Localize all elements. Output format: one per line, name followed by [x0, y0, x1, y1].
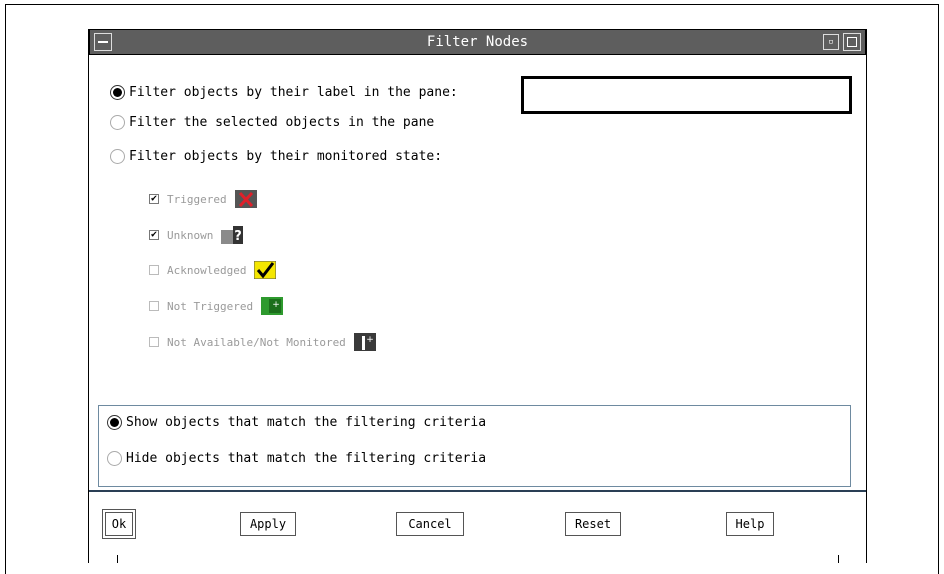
radio-label: Hide objects that match the filtering cr… [126, 451, 487, 466]
cancel-button[interactable]: Cancel [396, 512, 464, 536]
help-button[interactable]: Help [726, 512, 774, 536]
radio-button-selected[interactable] [107, 415, 122, 430]
checkbox[interactable] [149, 337, 159, 347]
checkbox-unknown[interactable]: ✔ Unknown ? [149, 226, 244, 244]
radio-filter-selected[interactable]: Filter the selected objects in the pane [110, 115, 434, 130]
unknown-icon: ? [221, 226, 244, 244]
radio-label: Filter objects by their monitored state: [129, 149, 443, 164]
apply-button[interactable]: Apply [240, 512, 296, 536]
title-bar[interactable]: Filter Nodes ▫ [89, 29, 866, 55]
triggered-icon [234, 190, 257, 208]
maximize-icon [847, 37, 857, 47]
checkbox[interactable]: ✔ [149, 194, 159, 204]
checkbox[interactable]: ✔ [149, 230, 159, 240]
minimize-button[interactable]: ▫ [823, 34, 839, 50]
checkbox[interactable] [149, 265, 159, 275]
checkbox[interactable] [149, 301, 159, 311]
filter-nodes-dialog: Filter Nodes ▫ Filter objects by their l… [88, 29, 867, 563]
checkbox-label: Not Triggered [167, 299, 254, 313]
radio-filter-by-label[interactable]: Filter objects by their label in the pan… [110, 85, 458, 100]
svg-text:+: + [366, 335, 374, 345]
radio-label: Filter the selected objects in the pane [129, 115, 435, 130]
checkbox-acknowledged[interactable]: Acknowledged [149, 260, 277, 280]
radio-label: Show objects that match the filtering cr… [126, 415, 487, 430]
reset-button[interactable]: Reset [565, 512, 621, 536]
not-triggered-icon: + [261, 297, 284, 315]
acknowledged-icon [253, 260, 277, 280]
radio-hide-matching[interactable]: Hide objects that match the filtering cr… [107, 451, 486, 466]
radio-filter-by-state[interactable]: Filter objects by their monitored state: [110, 149, 442, 164]
checkbox-triggered[interactable]: ✔ Triggered [149, 190, 257, 208]
radio-label: Filter objects by their label in the pan… [129, 85, 458, 100]
checkbox-label: Not Available/Not Monitored [167, 335, 346, 349]
button-separator [89, 490, 866, 492]
resize-handle-left[interactable] [117, 555, 118, 563]
not-monitored-icon: + [353, 333, 376, 351]
radio-button[interactable] [107, 451, 122, 466]
checkbox-label: Triggered [167, 192, 227, 206]
checkbox-label: Acknowledged [167, 263, 247, 277]
checkbox-not-triggered[interactable]: Not Triggered + [149, 297, 284, 315]
checkbox-label: Unknown [167, 228, 214, 242]
show-hide-group: Show objects that match the filtering cr… [98, 405, 851, 487]
ok-button[interactable]: Ok [102, 509, 136, 539]
maximize-button[interactable] [843, 33, 861, 51]
window-title: Filter Nodes [426, 34, 529, 50]
checkbox-not-monitored[interactable]: Not Available/Not Monitored + [149, 333, 376, 351]
label-filter-input[interactable] [521, 76, 852, 114]
svg-text:+: + [272, 300, 280, 310]
radio-button[interactable] [110, 115, 125, 130]
svg-text:?: ? [235, 229, 243, 244]
resize-handle-right[interactable] [838, 555, 839, 563]
radio-show-matching[interactable]: Show objects that match the filtering cr… [107, 415, 486, 430]
radio-button-selected[interactable] [110, 85, 125, 100]
radio-button[interactable] [110, 149, 125, 164]
